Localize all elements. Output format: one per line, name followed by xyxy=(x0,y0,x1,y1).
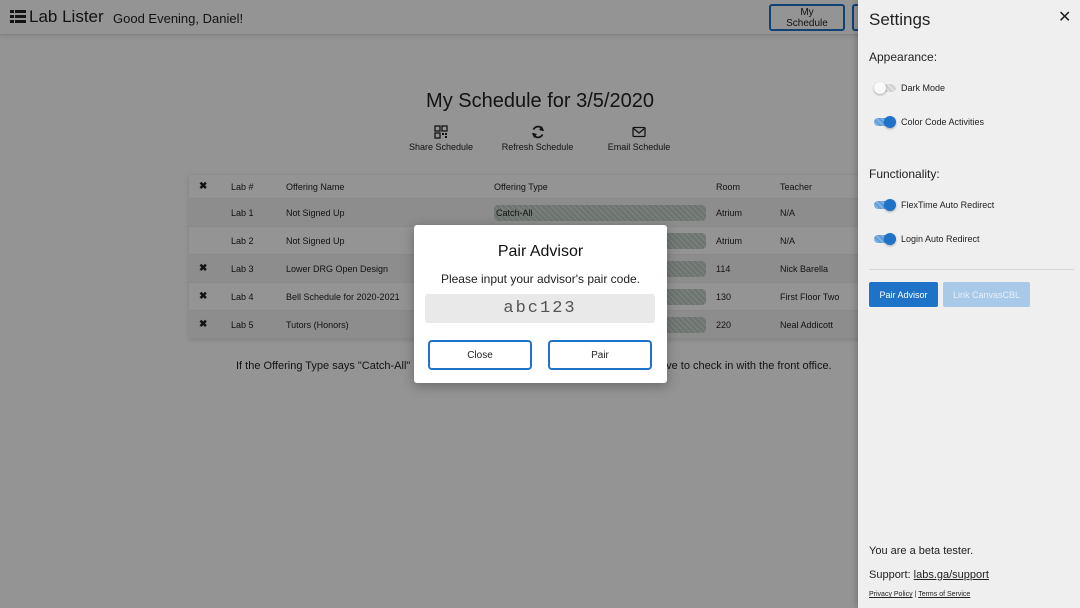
dark-mode-toggle[interactable] xyxy=(874,82,896,94)
login-redirect-toggle[interactable] xyxy=(874,233,896,245)
flextime-redirect-setting: FlexTime Auto Redirect xyxy=(874,197,994,213)
dialog-instructions: Please input your advisor's pair code. xyxy=(440,272,641,286)
dark-mode-label: Dark Mode xyxy=(901,83,946,93)
color-code-setting: Color Code Activities xyxy=(874,114,984,130)
color-code-toggle[interactable] xyxy=(874,116,896,128)
support-link[interactable]: labs.ga/support xyxy=(914,569,989,581)
flextime-redirect-label: FlexTime Auto Redirect xyxy=(901,200,995,210)
terms-of-service-link[interactable]: Terms of Service xyxy=(918,591,970,598)
settings-title: Settings xyxy=(869,10,931,29)
beta-tester-notice: You are a beta tester. xyxy=(869,545,974,557)
flextime-redirect-toggle[interactable] xyxy=(874,199,896,211)
footer-separator: | xyxy=(914,591,917,598)
legal-footer: Privacy Policy | Terms of Service xyxy=(869,591,970,598)
pair-code-input[interactable] xyxy=(425,294,655,323)
settings-drawer: Settings ✕ Appearance: Dark Mode Color C… xyxy=(858,0,1080,608)
privacy-policy-link[interactable]: Privacy Policy xyxy=(869,591,913,598)
close-button[interactable]: Close xyxy=(428,340,532,370)
login-redirect-setting: Login Auto Redirect xyxy=(874,231,980,247)
appearance-section-label: Appearance: xyxy=(869,50,938,64)
color-code-label: Color Code Activities xyxy=(901,117,985,127)
login-redirect-label: Login Auto Redirect xyxy=(901,234,980,244)
settings-divider xyxy=(869,269,1074,270)
pair-advisor-dialog: Pair Advisor Please input your advisor's… xyxy=(414,225,667,383)
functionality-section-label: Functionality: xyxy=(869,167,940,181)
dialog-title: Pair Advisor xyxy=(497,243,584,260)
dark-mode-setting: Dark Mode xyxy=(874,80,945,96)
link-canvascbl-button[interactable]: Link CanvasCBL xyxy=(943,282,1030,307)
support-prefix: Support: xyxy=(869,569,911,581)
support-line: Support: labs.ga/support xyxy=(869,569,989,581)
pair-button[interactable]: Pair xyxy=(548,340,652,370)
pair-advisor-button[interactable]: Pair Advisor xyxy=(869,282,938,307)
close-icon[interactable]: ✕ xyxy=(1058,7,1071,26)
